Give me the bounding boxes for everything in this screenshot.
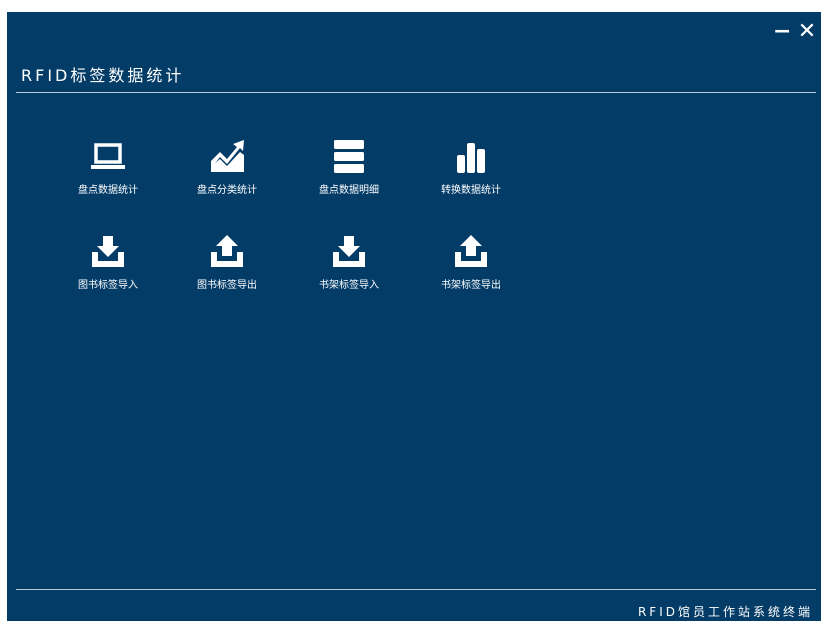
footer-divider — [16, 589, 816, 590]
laptop-icon — [91, 143, 125, 169]
close-button[interactable]: ✕ — [797, 21, 817, 43]
upload-tray-icon — [211, 235, 243, 267]
bar-chart-icon — [457, 143, 485, 173]
tile-label: 图书标签导入 — [78, 280, 138, 291]
tile-book-tag-import[interactable]: 图书标签导入 — [55, 234, 161, 304]
tile-inventory-data-details[interactable]: 盘点数据明细 — [296, 139, 402, 209]
tile-label: 盘点分类统计 — [197, 185, 257, 196]
tile-conversion-data-stats[interactable]: 转换数据统计 — [418, 139, 524, 209]
download-tray-icon — [333, 236, 365, 267]
tile-label: 转换数据统计 — [441, 185, 501, 196]
upload-tray-icon — [455, 235, 487, 267]
tile-label: 书架标签导出 — [441, 280, 501, 291]
footer-text: RFID馆员工作站系统终端 — [637, 605, 813, 619]
tile-label: 盘点数据统计 — [78, 185, 138, 196]
tile-label: 盘点数据明细 — [319, 185, 379, 196]
header-divider — [16, 92, 816, 93]
page-title: RFID标签数据统计 — [21, 66, 185, 85]
tile-inventory-category-stats[interactable]: 盘点分类统计 — [174, 139, 280, 209]
tile-label: 图书标签导出 — [197, 280, 257, 291]
tile-shelf-tag-import[interactable]: 书架标签导入 — [296, 234, 402, 304]
stacked-list-icon — [334, 140, 364, 173]
tile-label: 书架标签导入 — [319, 280, 379, 291]
minimize-button[interactable]: − — [773, 21, 791, 43]
tile-inventory-data-stats[interactable]: 盘点数据统计 — [55, 139, 161, 209]
trend-chart-icon — [211, 140, 244, 172]
download-tray-icon — [92, 236, 124, 267]
tile-book-tag-export[interactable]: 图书标签导出 — [174, 234, 280, 304]
tile-shelf-tag-export[interactable]: 书架标签导出 — [418, 234, 524, 304]
app-window: − ✕ RFID标签数据统计 盘点数据统计 盘点分类统计 盘点数据明细 转换数据… — [7, 12, 821, 621]
